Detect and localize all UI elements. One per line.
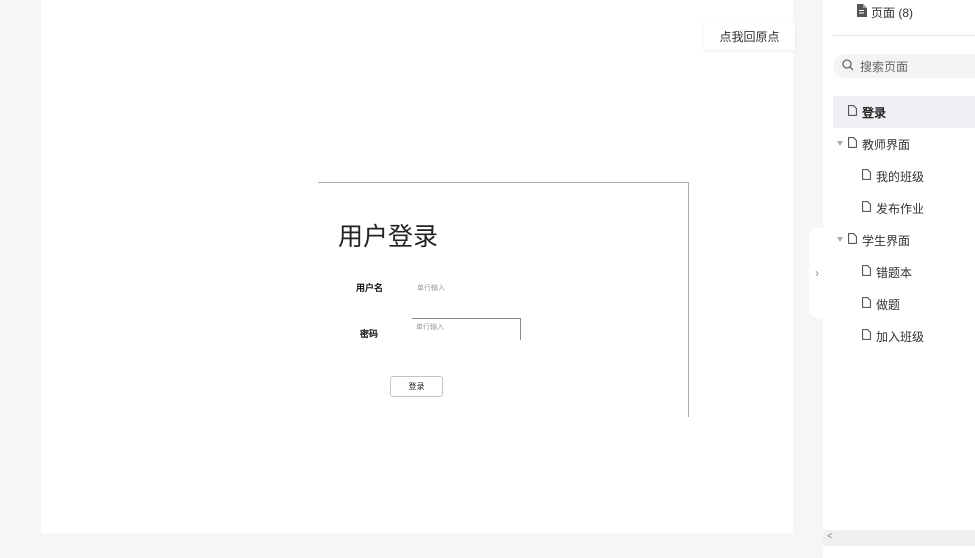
pages-panel: 页面 (8) 搜索页面 登录教师界面我的班级发布作业学生界面错题本做题加入班级: [823, 0, 975, 558]
file-icon: [862, 265, 871, 279]
chevron-right-icon: ›: [815, 266, 819, 280]
file-icon: [848, 105, 857, 119]
login-prototype-frame[interactable]: 用户登录 用户名 单行输入 密码 单行输入 登录: [318, 182, 689, 417]
arrow-left-icon[interactable]: <: [827, 531, 833, 542]
pages-header[interactable]: 页面 (8): [856, 2, 913, 22]
username-label: 用户名: [356, 283, 384, 293]
search-icon: [842, 58, 854, 74]
tree-item-label: 加入班级: [876, 329, 925, 344]
username-input[interactable]: 单行输入: [413, 280, 521, 298]
tree-item[interactable]: 我的班级: [833, 160, 975, 192]
pages-header-label: 页面 (8): [871, 5, 914, 20]
file-icon: [862, 201, 871, 215]
file-icon: [862, 169, 871, 183]
file-icon: [848, 233, 857, 247]
file-icon: [848, 137, 857, 151]
caret-down-icon[interactable]: [837, 141, 843, 146]
page-tree: 登录教师界面我的班级发布作业学生界面错题本做题加入班级: [833, 96, 975, 352]
tree-item[interactable]: 发布作业: [833, 192, 975, 224]
divider: [833, 35, 975, 36]
page-title: 用户登录: [338, 223, 439, 251]
tree-item[interactable]: 教师界面: [833, 128, 975, 160]
file-icon: [862, 297, 871, 311]
tree-item[interactable]: 学生界面: [833, 224, 975, 256]
tree-item-label: 登录: [862, 105, 887, 120]
file-icon: [856, 4, 867, 20]
search-placeholder: 搜索页面: [860, 59, 909, 74]
tree-item-label: 教师界面: [862, 137, 911, 152]
password-input[interactable]: 单行输入: [412, 318, 521, 340]
tree-item-label: 发布作业: [876, 201, 925, 216]
tree-item-label: 错题本: [876, 265, 913, 280]
login-button[interactable]: 登录: [390, 376, 443, 397]
tree-item[interactable]: 错题本: [833, 256, 975, 288]
tree-item-label: 学生界面: [862, 233, 911, 248]
tree-item-label: 做题: [876, 297, 901, 312]
caret-down-icon[interactable]: [837, 237, 843, 242]
search-pages-input[interactable]: 搜索页面: [833, 54, 975, 78]
password-label: 密码: [360, 329, 379, 339]
tree-item[interactable]: 登录: [833, 96, 975, 128]
back-to-origin-button[interactable]: 点我回原点: [704, 22, 795, 50]
tree-item[interactable]: 做题: [833, 288, 975, 320]
file-icon: [862, 329, 871, 343]
tree-item-label: 我的班级: [876, 169, 925, 184]
tree-item[interactable]: 加入班级: [833, 320, 975, 352]
horizontal-scrollbar[interactable]: <: [823, 530, 975, 546]
